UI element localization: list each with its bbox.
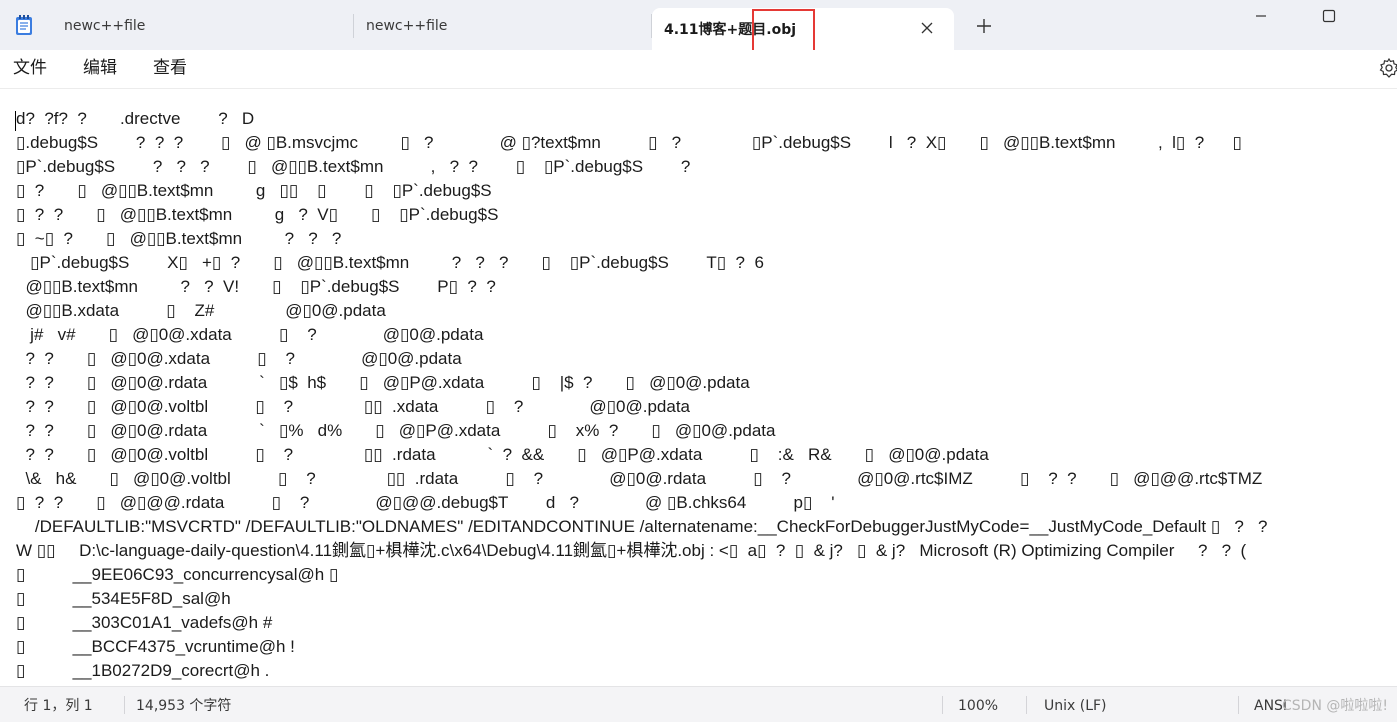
divider	[1026, 696, 1027, 714]
editor-line: ▯P`.debug$S ? ? ? ▯ @▯▯B.text$mn , ? ? ▯…	[16, 157, 691, 176]
menu-edit[interactable]: 编辑	[83, 57, 117, 79]
editor-line: @▯▯B.xdata ▯ Z# @▯0@.pdata	[16, 301, 386, 320]
notepad-icon	[14, 14, 34, 36]
editor-line: ▯ __303C01A1_vadefs@h #	[16, 613, 273, 632]
plus-icon[interactable]	[974, 16, 994, 36]
tab-label: newc++file	[366, 18, 448, 34]
editor-line: ? ? ▯ @▯0@.rdata ` ▯% d% ▯ @▯P@.xdata ▯ …	[16, 421, 776, 440]
tab-newcpp-file-2[interactable]: newc++file	[354, 14, 652, 38]
character-count: 14,953 个字符	[136, 698, 232, 714]
zoom-level[interactable]: 100%	[958, 697, 998, 715]
tab-label: 4.11博客+题目.obj	[664, 22, 797, 38]
editor-line: ? ? ▯ @▯0@.voltbl ▯ ? ▯▯ .rdata ` ? && ▯…	[16, 445, 989, 464]
minimize-icon[interactable]	[1238, 2, 1284, 30]
editor-line: ▯ __1B0272D9_corecrt@h .	[16, 661, 270, 680]
text-editor[interactable]: d? ?f? ? .drectve ? D ▯.debug$S ? ? ? ▯ @…	[0, 95, 1397, 685]
editor-line: ▯ ~▯ ? ▯ @▯▯B.text$mn ? ? ?	[16, 229, 342, 248]
tab-newcpp-file-1[interactable]: newc++file	[52, 14, 354, 38]
divider	[124, 696, 125, 714]
editor-line: ▯ __BCCF4375_vcruntime@h !	[16, 637, 295, 656]
editor-line: ▯ __534E5F8D_sal@h	[16, 589, 231, 608]
editor-line: \& h& ▯ @▯0@.voltbl ▯ ? ▯▯ .rdata ▯ ? @▯…	[16, 469, 1263, 488]
line-ending[interactable]: Unix (LF)	[1044, 697, 1107, 715]
watermark-text: CSDN @啦啦啦!	[1282, 698, 1388, 714]
editor-line: W ▯▯ D:\c-language-daily-question\4.11鍘氳…	[16, 541, 1247, 560]
editor-line: ▯ ? ? ▯ @▯▯B.text$mn g ? V▯ ▯ ▯P`.debug$…	[16, 205, 499, 224]
text-caret	[15, 111, 16, 131]
gear-icon[interactable]	[1378, 57, 1397, 79]
status-bar: 行 1，列 1 14,953 个字符 100% Unix (LF) ANSI C…	[0, 686, 1397, 722]
editor-line: /DEFAULTLIB:"MSVCRTD" /DEFAULTLIB:"OLDNA…	[16, 517, 1268, 536]
divider	[942, 696, 943, 714]
editor-line: @▯▯B.text$mn ? ? V! ▯ ▯P`.debug$S P▯ ? ?	[16, 277, 496, 296]
editor-line: ▯ __9EE06C93_concurrencysal@h ▯	[16, 565, 339, 584]
editor-line: ? ? ▯ @▯0@.voltbl ▯ ? ▯▯ .xdata ▯ ? @▯0@…	[16, 397, 691, 416]
menu-file[interactable]: 文件	[13, 57, 47, 79]
title-bar: newc++file newc++file 4.11博客+题目.obj	[0, 0, 1397, 50]
editor-line: ▯ ? ▯ @▯▯B.text$mn g ▯▯ ▯ ▯ ▯P`.debug$S	[16, 181, 492, 200]
editor-line: j# v# ▯ @▯0@.xdata ▯ ? @▯0@.pdata	[16, 325, 484, 344]
editor-line: ▯ ? ? ▯ @▯@@.rdata ▯ ? @▯@@.debug$T d ? …	[16, 493, 835, 512]
editor-line: ? ? ▯ @▯0@.xdata ▯ ? @▯0@.pdata	[16, 349, 462, 368]
tab-active-obj-file[interactable]: 4.11博客+题目.obj	[652, 8, 954, 50]
editor-line: ▯.debug$S ? ? ? ▯ @ ▯B.msvcjmc ▯ ? @ ▯?t…	[16, 133, 1242, 152]
editor-line: d? ?f? ? .drectve ? D	[16, 109, 255, 128]
maximize-icon[interactable]	[1306, 2, 1352, 30]
editor-line: ▯P`.debug$S X▯ +▯ ? ▯ @▯▯B.text$mn ? ? ?…	[16, 253, 764, 272]
menu-view[interactable]: 查看	[153, 57, 187, 79]
tab-label: newc++file	[64, 18, 146, 34]
close-icon[interactable]	[918, 19, 936, 37]
cursor-position: 行 1，列 1	[24, 698, 93, 714]
menu-bar: 文件 编辑 查看	[0, 50, 1397, 89]
divider	[1238, 696, 1239, 714]
editor-line: ? ? ▯ @▯0@.rdata ` ▯$ h$ ▯ @▯P@.xdata ▯ …	[16, 373, 750, 392]
